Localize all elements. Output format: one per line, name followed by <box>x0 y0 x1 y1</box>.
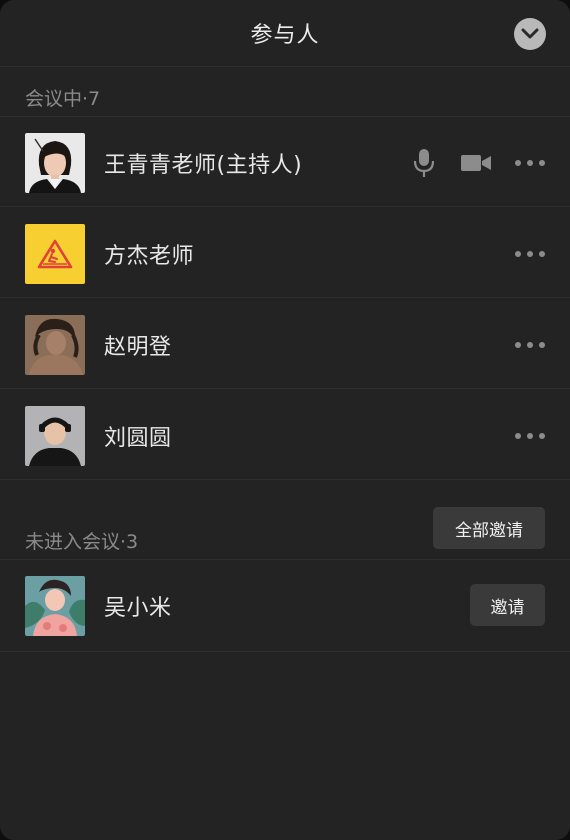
more-dots-icon <box>515 159 521 166</box>
more-button[interactable] <box>515 335 545 355</box>
more-dots-icon <box>515 341 521 348</box>
more-dots-icon <box>539 250 545 257</box>
more-dots-icon <box>515 432 521 439</box>
more-dots-icon <box>527 250 533 257</box>
not-joined-section-label: 未进入会议·3 <box>25 531 139 553</box>
divider <box>0 388 570 389</box>
warning-sign-avatar <box>25 223 85 284</box>
avatar <box>25 132 85 193</box>
more-dots-icon <box>539 159 545 166</box>
participant-name: 王青青老师(主持人) <box>104 152 303 178</box>
video-camera-icon <box>461 154 491 171</box>
more-dots-icon <box>527 432 533 439</box>
portrait-man-headphones-avatar <box>25 405 85 466</box>
divider <box>0 66 570 67</box>
more-button[interactable] <box>515 153 545 173</box>
divider <box>0 651 570 652</box>
participant-row[interactable]: 方杰老师 <box>0 208 570 299</box>
panel-header: 参与人 <box>0 0 570 66</box>
more-dots-icon <box>515 250 521 257</box>
participant-name: 刘圆圆 <box>104 425 172 451</box>
avatar <box>25 405 85 466</box>
divider <box>0 479 570 480</box>
avatar <box>25 314 85 375</box>
camera-button[interactable] <box>460 152 492 174</box>
participant-name: 赵明登 <box>104 334 172 360</box>
more-dots-icon <box>539 432 545 439</box>
chevron-down-icon <box>521 28 539 39</box>
invite-all-button[interactable]: 全部邀请 <box>433 507 545 549</box>
invite-button[interactable]: 邀请 <box>470 584 545 626</box>
participant-row[interactable]: 吴小米 邀请 <box>0 560 570 651</box>
participant-row[interactable]: 王青青老师(主持人) <box>0 117 570 208</box>
avatar <box>25 575 85 636</box>
divider <box>0 297 570 298</box>
divider <box>0 206 570 207</box>
participant-row[interactable]: 赵明登 <box>0 299 570 390</box>
portrait-woman-avatar <box>25 132 85 193</box>
avatar <box>25 223 85 284</box>
microphone-icon <box>413 148 435 177</box>
participant-name: 吴小米 <box>104 595 172 621</box>
collapse-button[interactable] <box>514 18 546 50</box>
illustration-avatar <box>25 575 85 636</box>
in-meeting-section-label: 会议中·7 <box>25 88 101 110</box>
more-button[interactable] <box>515 426 545 446</box>
more-dots-icon <box>527 341 533 348</box>
more-dots-icon <box>527 159 533 166</box>
participant-name: 方杰老师 <box>104 243 195 269</box>
panel-title: 参与人 <box>250 23 320 48</box>
participant-row[interactable]: 刘圆圆 <box>0 390 570 481</box>
portrait-man-avatar <box>25 314 85 375</box>
more-button[interactable] <box>515 244 545 264</box>
mic-button[interactable] <box>412 147 436 179</box>
participants-panel: 参与人 会议中·7 王青青老师(主持人) 方杰老师 赵明登 刘圆圆 未进入会议·… <box>0 0 570 840</box>
more-dots-icon <box>539 341 545 348</box>
